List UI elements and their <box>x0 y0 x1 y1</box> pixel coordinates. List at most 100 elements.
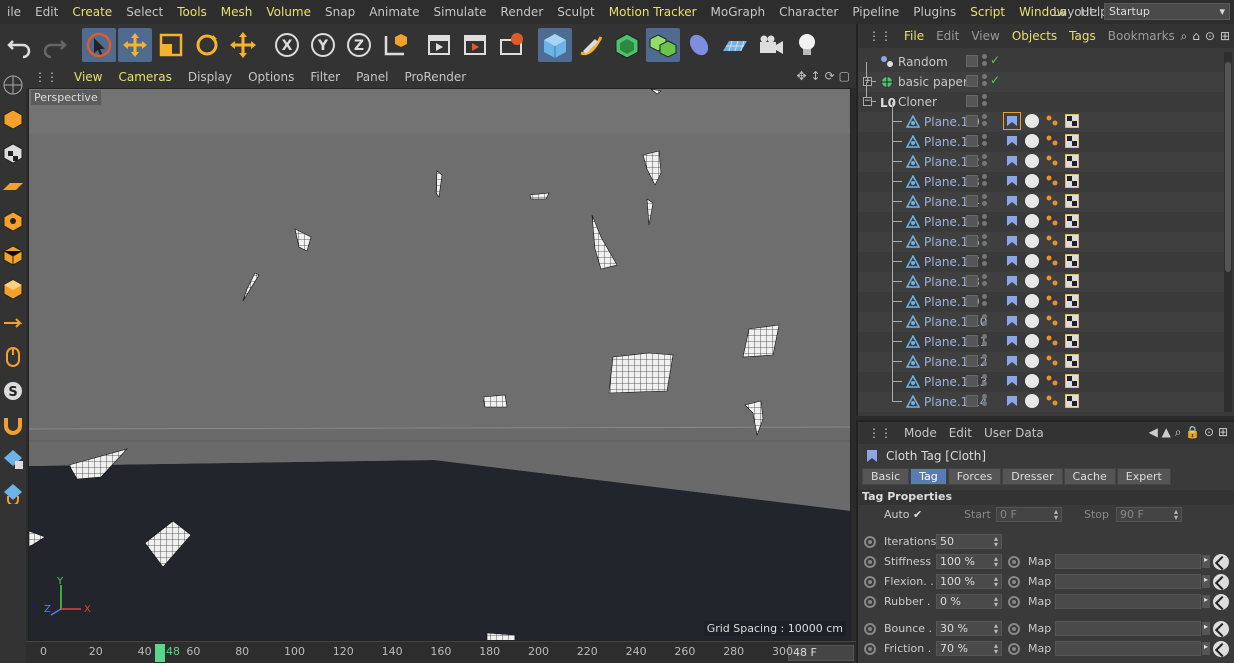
viewport-camera-label[interactable]: Perspective <box>31 90 101 105</box>
map-radio-icon[interactable] <box>1008 576 1020 588</box>
om-menu-objects[interactable]: Objects <box>1006 29 1063 43</box>
map-arrow-icon[interactable]: ▸ <box>1202 622 1210 635</box>
visibility-dots[interactable] <box>982 394 988 410</box>
menu-script[interactable]: Script <box>963 5 1012 19</box>
layer-swatch[interactable] <box>966 75 978 87</box>
material-sphere-icon[interactable] <box>1024 173 1040 189</box>
cloth-tag-icon[interactable] <box>1004 253 1020 269</box>
z-axis-lock-button[interactable]: Z <box>342 28 376 62</box>
menu-mesh[interactable]: Mesh <box>214 5 260 19</box>
material-sphere-icon[interactable] <box>1024 293 1040 309</box>
enabled-check-icon[interactable]: ✓ <box>990 53 1000 67</box>
tab-cache[interactable]: Cache <box>1063 468 1116 485</box>
x-axis-lock-button[interactable]: X <box>270 28 304 62</box>
link-icon[interactable]: ⊙ <box>1204 425 1214 439</box>
planar-workplane-button[interactable] <box>1 478 25 508</box>
checker-tag-icon[interactable] <box>1064 173 1080 189</box>
tab-expert[interactable]: Expert <box>1116 468 1171 485</box>
map-radio-icon[interactable] <box>1008 623 1020 635</box>
tweak-mode-button[interactable] <box>1 342 25 372</box>
object-row[interactable]: Plane.1 7 <box>858 242 1224 272</box>
checker-tag-icon[interactable] <box>1064 313 1080 329</box>
cloth-belt-icon[interactable] <box>1044 353 1060 369</box>
home-icon[interactable]: ⌂ <box>1192 29 1200 44</box>
map-radio-icon[interactable] <box>1008 596 1020 608</box>
deformer-button[interactable] <box>682 28 716 62</box>
viewport-menu-prorender[interactable]: ProRender <box>396 70 474 84</box>
menu-tools[interactable]: Tools <box>170 5 214 19</box>
spinner-arrows-icon[interactable]: ▴ ▾ <box>994 642 998 656</box>
cloth-belt-icon[interactable] <box>1044 213 1060 229</box>
menu-character[interactable]: Character <box>772 5 845 19</box>
snap-button[interactable] <box>1 410 25 440</box>
visibility-dots[interactable] <box>982 374 988 390</box>
layer-swatch[interactable] <box>966 175 978 187</box>
spinner-arrows-icon[interactable]: ▴ ▾ <box>994 622 998 636</box>
menu-pipeline[interactable]: Pipeline <box>845 5 906 19</box>
map-link-field[interactable] <box>1055 554 1201 569</box>
viewport-menu-panel[interactable]: Panel <box>348 70 396 84</box>
material-sphere-icon[interactable] <box>1024 153 1040 169</box>
object-row[interactable]: Plane.1 4 <box>858 182 1224 212</box>
material-sphere-icon[interactable] <box>1024 373 1040 389</box>
viewport-menu-view[interactable]: View <box>66 70 110 84</box>
cloth-tag-icon[interactable] <box>1004 313 1020 329</box>
material-sphere-icon[interactable] <box>1024 313 1040 329</box>
material-sphere-icon[interactable] <box>1024 273 1040 289</box>
undo-button[interactable] <box>2 28 36 62</box>
rotate-button[interactable] <box>190 28 224 62</box>
render-picture-queue-button[interactable] <box>458 28 492 62</box>
lock-icon[interactable]: 🔒 <box>1185 425 1200 439</box>
object-row[interactable]: Plane.1 3 <box>858 162 1224 192</box>
camera-button[interactable] <box>754 28 788 62</box>
cloth-tag-icon[interactable] <box>1003 112 1021 130</box>
checker-tag-icon[interactable] <box>1064 193 1080 209</box>
visibility-dots[interactable] <box>982 134 988 150</box>
cloth-tag-icon[interactable] <box>1004 133 1020 149</box>
lock-workplane-button[interactable] <box>1 444 25 474</box>
cloth-tag-icon[interactable] <box>1004 333 1020 349</box>
cloth-tag-icon[interactable] <box>1004 353 1020 369</box>
visibility-dots[interactable] <box>982 334 988 350</box>
visibility-dots[interactable] <box>982 114 988 130</box>
visibility-dots[interactable] <box>982 174 988 190</box>
cloth-belt-icon[interactable] <box>1044 273 1060 289</box>
visibility-dots[interactable] <box>982 194 988 210</box>
animate-radio-icon[interactable] <box>864 643 876 655</box>
animate-radio-icon[interactable] <box>864 596 876 608</box>
maximize-icon[interactable]: ▢ <box>839 69 850 83</box>
pen-button[interactable] <box>574 28 608 62</box>
object-name[interactable]: Random <box>898 55 948 69</box>
visibility-dots[interactable] <box>982 74 988 90</box>
cloth-belt-icon[interactable] <box>1044 193 1060 209</box>
coordinate-system-button[interactable] <box>378 28 412 62</box>
viewport-menu-filter[interactable]: Filter <box>302 70 348 84</box>
spinner-arrows-icon[interactable]: ▴ ▾ <box>994 575 998 589</box>
checker-tag-icon[interactable] <box>1064 393 1080 409</box>
visibility-dots[interactable] <box>982 214 988 230</box>
move-axis-button[interactable] <box>226 28 260 62</box>
render-view-button[interactable] <box>422 28 456 62</box>
animate-radio-icon[interactable] <box>864 623 876 635</box>
layer-swatch[interactable] <box>966 255 978 267</box>
map-arrow-icon[interactable]: ▸ <box>1202 555 1210 568</box>
map-link-field[interactable] <box>1055 574 1201 589</box>
material-sphere-icon[interactable] <box>1024 353 1040 369</box>
attr-menu-edit[interactable]: Edit <box>943 426 978 440</box>
orbit-icon[interactable]: ⟳ <box>825 69 835 83</box>
search-icon[interactable]: ⌕ <box>1181 29 1188 44</box>
viewport-menu-display[interactable]: Display <box>180 70 240 84</box>
material-sphere-icon[interactable] <box>1024 233 1040 249</box>
cloth-belt-icon[interactable] <box>1044 293 1060 309</box>
cloth-belt-icon[interactable] <box>1044 373 1060 389</box>
cube-button[interactable] <box>538 28 572 62</box>
material-sphere-icon[interactable] <box>1024 393 1040 409</box>
visibility-dots[interactable] <box>982 154 988 170</box>
menu-sculpt[interactable]: Sculpt <box>550 5 601 19</box>
layer-swatch[interactable] <box>966 295 978 307</box>
om-menu-file[interactable]: File <box>898 29 930 43</box>
object-row[interactable]: Plane.1 11 <box>858 322 1224 352</box>
menu-ile[interactable]: ile <box>0 5 28 19</box>
material-sphere-icon[interactable] <box>1024 333 1040 349</box>
checker-tag-icon[interactable] <box>1064 253 1080 269</box>
